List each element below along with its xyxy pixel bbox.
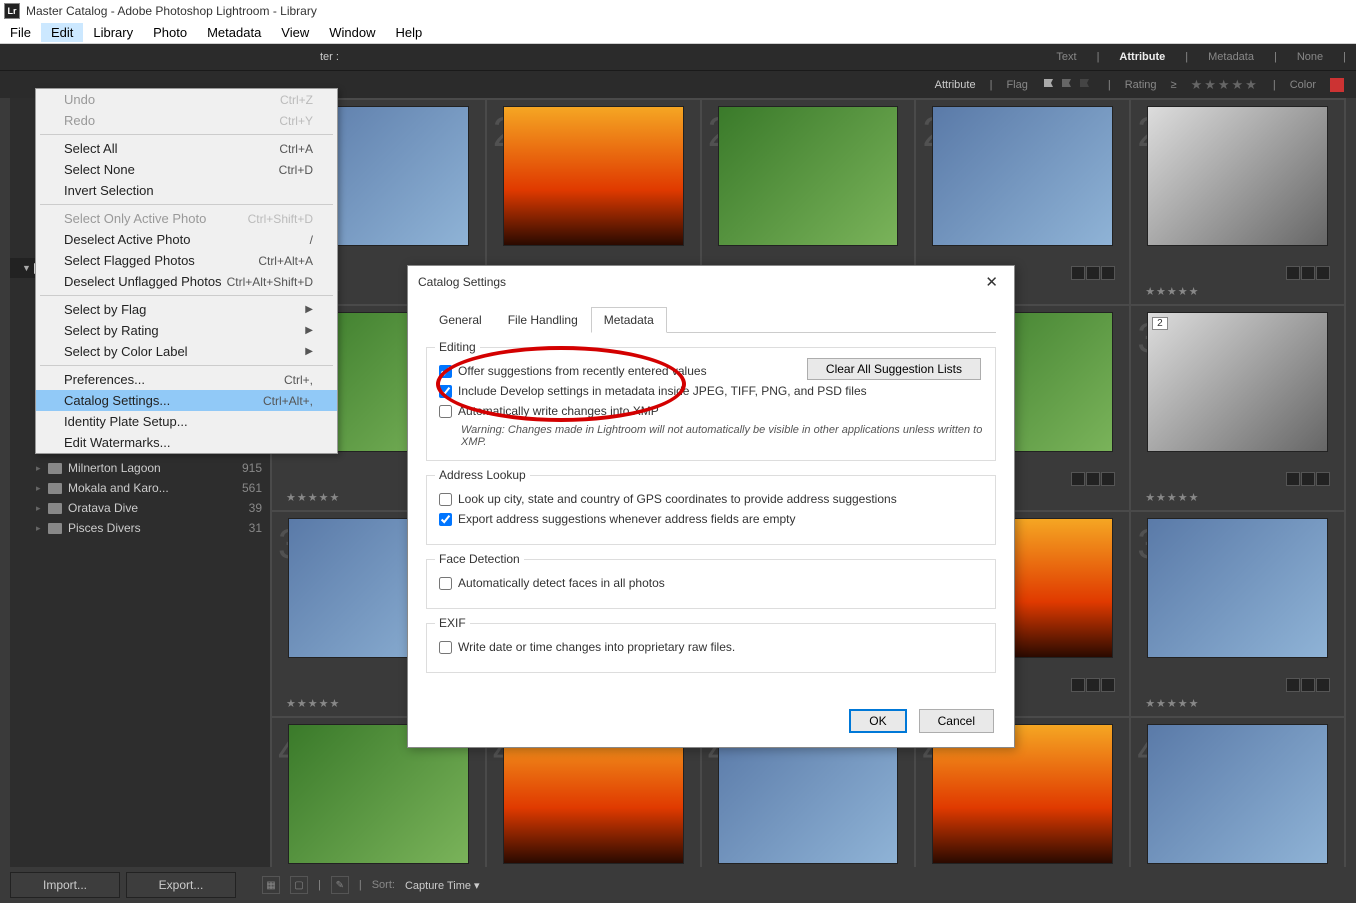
import-button[interactable]: Import... bbox=[10, 872, 120, 898]
filter-tab-metadata[interactable]: Metadata bbox=[1208, 51, 1254, 63]
loupe-view-icon[interactable]: ▢ bbox=[290, 876, 308, 894]
menu-item-preferences-[interactable]: Preferences...Ctrl+, bbox=[36, 369, 337, 390]
color-swatch-red[interactable] bbox=[1330, 78, 1344, 92]
folder-row[interactable]: ▸Mokala and Karo...561 bbox=[10, 478, 270, 498]
folder-row[interactable]: ▸Pisces Divers31 bbox=[10, 518, 270, 538]
filter-tab-none[interactable]: None bbox=[1297, 51, 1323, 63]
painter-icon[interactable]: ✎ bbox=[331, 876, 349, 894]
export-button[interactable]: Export... bbox=[126, 872, 236, 898]
menu-metadata[interactable]: Metadata bbox=[197, 23, 271, 42]
export-address-label: Export address suggestions whenever addr… bbox=[458, 512, 796, 526]
menu-library[interactable]: Library bbox=[83, 23, 143, 42]
menu-item-catalog-settings-[interactable]: Catalog Settings...Ctrl+Alt+, bbox=[36, 390, 337, 411]
grid-cell[interactable]: 39★★★★★ bbox=[1131, 512, 1344, 716]
dialog-close-button[interactable]: ✕ bbox=[979, 271, 1004, 293]
exif-legend: EXIF bbox=[435, 616, 470, 630]
menu-item-select-by-color-label[interactable]: Select by Color Label▶ bbox=[36, 341, 337, 362]
rating-label: Rating bbox=[1125, 79, 1157, 91]
menu-edit[interactable]: Edit bbox=[41, 23, 83, 42]
grid-cell[interactable]: 44★★★★★ bbox=[1131, 718, 1344, 867]
menu-item-redo: RedoCtrl+Y bbox=[36, 110, 337, 131]
lookup-gps-label: Look up city, state and country of GPS c… bbox=[458, 492, 897, 506]
menu-view[interactable]: View bbox=[271, 23, 319, 42]
auto-xmp-checkbox[interactable] bbox=[439, 405, 452, 418]
menu-item-identity-plate-setup-[interactable]: Identity Plate Setup... bbox=[36, 411, 337, 432]
grid-cell[interactable]: 342★★★★★ bbox=[1131, 306, 1344, 510]
sort-label: Sort: bbox=[372, 879, 395, 891]
face-detect-label: Automatically detect faces in all photos bbox=[458, 576, 665, 590]
folder-row[interactable]: ▸Oratava Dive39 bbox=[10, 498, 270, 518]
cancel-button[interactable]: Cancel bbox=[919, 709, 994, 733]
exif-group: EXIF Write date or time changes into pro… bbox=[426, 623, 996, 673]
folder-icon bbox=[48, 523, 62, 534]
editing-legend: Editing bbox=[435, 340, 480, 354]
menu-item-deselect-unflagged-photos[interactable]: Deselect Unflagged PhotosCtrl+Alt+Shift+… bbox=[36, 271, 337, 292]
menu-item-edit-watermarks-[interactable]: Edit Watermarks... bbox=[36, 432, 337, 453]
export-address-checkbox[interactable] bbox=[439, 513, 452, 526]
include-develop-label: Include Develop settings in metadata ins… bbox=[458, 384, 867, 398]
bottom-bar: Import... Export... ▦ ▢ | ✎ | Sort: Capt… bbox=[10, 869, 1346, 901]
menu-item-invert-selection[interactable]: Invert Selection bbox=[36, 180, 337, 201]
edit-menu-dropdown: UndoCtrl+ZRedoCtrl+YSelect AllCtrl+ASele… bbox=[35, 88, 338, 454]
exif-write-checkbox[interactable] bbox=[439, 641, 452, 654]
menu-file[interactable]: File bbox=[0, 23, 41, 42]
catalog-settings-dialog: Catalog Settings ✕ GeneralFile HandlingM… bbox=[407, 265, 1015, 748]
attribute-label: Attribute bbox=[935, 79, 976, 91]
folder-icon bbox=[48, 463, 62, 474]
xmp-warning: Warning: Changes made in Lightroom will … bbox=[461, 424, 983, 448]
dialog-tab-metadata[interactable]: Metadata bbox=[591, 307, 667, 333]
sort-dropdown[interactable]: Capture Time ▾ bbox=[405, 879, 480, 892]
menu-photo[interactable]: Photo bbox=[143, 23, 197, 42]
face-group: Face Detection Automatically detect face… bbox=[426, 559, 996, 609]
flag-label: Flag bbox=[1006, 79, 1027, 91]
offer-suggestions-checkbox[interactable] bbox=[439, 365, 452, 378]
offer-suggestions-label: Offer suggestions from recently entered … bbox=[458, 364, 707, 378]
menu-item-undo: UndoCtrl+Z bbox=[36, 89, 337, 110]
filter-tab-text[interactable]: Text bbox=[1056, 51, 1076, 63]
app-icon: Lr bbox=[4, 3, 20, 19]
grid-cell[interactable]: 29★★★★★ bbox=[1131, 100, 1344, 304]
address-legend: Address Lookup bbox=[435, 468, 530, 482]
dialog-tab-file-handling[interactable]: File Handling bbox=[495, 307, 591, 333]
titlebar: Lr Master Catalog - Adobe Photoshop Ligh… bbox=[0, 0, 1356, 22]
folder-icon bbox=[48, 483, 62, 494]
menu-item-select-by-rating[interactable]: Select by Rating▶ bbox=[36, 320, 337, 341]
window-title: Master Catalog - Adobe Photoshop Lightro… bbox=[26, 4, 317, 18]
menu-item-deselect-active-photo[interactable]: Deselect Active Photo/ bbox=[36, 229, 337, 250]
menu-item-select-only-active-photo: Select Only Active PhotoCtrl+Shift+D bbox=[36, 208, 337, 229]
filter-tab-attribute[interactable]: Attribute bbox=[1119, 51, 1165, 63]
folder-icon bbox=[48, 503, 62, 514]
grid-view-icon[interactable]: ▦ bbox=[262, 876, 280, 894]
folder-row[interactable]: ▸Milnerton Lagoon915 bbox=[10, 458, 270, 478]
dialog-title: Catalog Settings bbox=[418, 275, 506, 289]
auto-xmp-label: Automatically write changes into XMP bbox=[458, 404, 659, 418]
menu-item-select-all[interactable]: Select AllCtrl+A bbox=[36, 138, 337, 159]
clear-suggestions-button[interactable]: Clear All Suggestion Lists bbox=[807, 358, 981, 380]
menu-item-select-flagged-photos[interactable]: Select Flagged PhotosCtrl+Alt+A bbox=[36, 250, 337, 271]
menu-window[interactable]: Window bbox=[319, 23, 385, 42]
dialog-tabs: GeneralFile HandlingMetadata bbox=[426, 306, 996, 333]
face-detect-checkbox[interactable] bbox=[439, 577, 452, 590]
filter-label: ter : bbox=[320, 51, 339, 63]
menu-item-select-by-flag[interactable]: Select by Flag▶ bbox=[36, 299, 337, 320]
editing-group: Editing Offer suggestions from recently … bbox=[426, 347, 996, 461]
menu-item-select-none[interactable]: Select NoneCtrl+D bbox=[36, 159, 337, 180]
rating-compare[interactable]: ≥ bbox=[1171, 79, 1177, 91]
menu-help[interactable]: Help bbox=[386, 23, 433, 42]
face-legend: Face Detection bbox=[435, 552, 524, 566]
rating-stars[interactable]: ★★★★★ bbox=[1191, 77, 1259, 93]
address-group: Address Lookup Look up city, state and c… bbox=[426, 475, 996, 545]
lookup-gps-checkbox[interactable] bbox=[439, 493, 452, 506]
ok-button[interactable]: OK bbox=[849, 709, 906, 733]
dialog-tab-general[interactable]: General bbox=[426, 307, 495, 333]
library-filter-bar: ter : Text|Attribute|Metadata|None| bbox=[0, 44, 1356, 70]
flag-filters[interactable] bbox=[1042, 77, 1094, 93]
color-label: Color bbox=[1290, 79, 1316, 91]
exif-write-label: Write date or time changes into propriet… bbox=[458, 640, 735, 654]
menubar: FileEditLibraryPhotoMetadataViewWindowHe… bbox=[0, 22, 1356, 44]
include-develop-checkbox[interactable] bbox=[439, 385, 452, 398]
